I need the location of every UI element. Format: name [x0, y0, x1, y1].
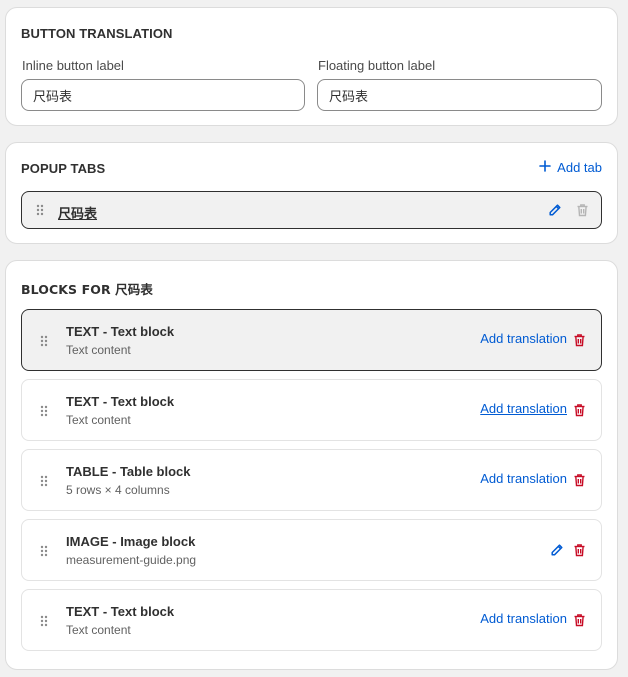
pencil-icon[interactable] [548, 541, 566, 559]
trash-icon[interactable] [570, 611, 588, 629]
drag-handle-icon[interactable] [36, 204, 44, 216]
block-subtitle: measurement-guide.png [66, 553, 197, 567]
trash-icon[interactable] [570, 401, 588, 419]
block-type: TABLE [66, 464, 109, 479]
popup-tab-name[interactable]: 尺码表 [58, 203, 97, 222]
block-row[interactable]: IMAGE - Image block measurement-guide.pn… [21, 519, 602, 581]
block-name: Text block [110, 394, 175, 409]
trash-icon[interactable] [570, 471, 588, 489]
add-translation-link[interactable]: Add translation [480, 471, 567, 486]
block-row[interactable]: TEXT - Text block Text content Add trans… [21, 309, 602, 371]
block-separator: - [99, 324, 111, 339]
popup-tab-row[interactable]: 尺码表 [21, 191, 602, 229]
block-row[interactable]: TEXT - Text block Text content Add trans… [21, 379, 602, 441]
button-translation-title: BUTTON TRANSLATION [21, 26, 173, 41]
block-title: IMAGE - Image block [66, 534, 195, 549]
drag-handle-icon[interactable] [40, 475, 48, 487]
block-separator: - [99, 604, 111, 619]
block-title: TEXT - Text block [66, 394, 174, 409]
add-translation-link[interactable]: Add translation [480, 331, 567, 346]
block-row[interactable]: TABLE - Table block 5 rows × 4 columns A… [21, 449, 602, 511]
block-title: TABLE - Table block [66, 464, 191, 479]
block-separator: - [108, 534, 121, 549]
drag-handle-icon[interactable] [40, 335, 48, 347]
drag-handle-icon[interactable] [40, 545, 48, 557]
plus-icon [539, 160, 551, 175]
block-name: Image block [120, 534, 196, 549]
block-subtitle: Text content [66, 343, 131, 357]
block-type: TEXT [66, 394, 100, 409]
block-row[interactable]: TEXT - Text block Text content Add trans… [21, 589, 602, 651]
add-translation-link[interactable]: Add translation [480, 611, 567, 626]
block-title: TEXT - Text block [66, 604, 174, 619]
pencil-icon[interactable] [546, 201, 564, 219]
drag-handle-icon[interactable] [40, 615, 48, 627]
block-type: TEXT [66, 604, 100, 619]
floating-button-label: Floating button label [318, 58, 436, 73]
block-title: TEXT - Text block [66, 324, 174, 339]
block-name: Text block [110, 604, 175, 619]
block-type: TEXT [66, 324, 100, 339]
popup-tabs-title: POPUP TABS [21, 161, 106, 176]
button-translation-card: BUTTON TRANSLATION Inline button label F… [5, 7, 618, 126]
blocks-card: BLOCKS FOR 尺码表 TEXT - Text block Text co… [5, 260, 618, 670]
block-type: IMAGE [66, 534, 109, 549]
add-tab-label: Add tab [557, 160, 602, 175]
block-separator: - [108, 464, 120, 479]
add-translation-link[interactable]: Add translation [480, 401, 567, 416]
inline-button-label: Inline button label [22, 58, 124, 73]
block-name: Table block [119, 464, 191, 479]
block-subtitle: 5 rows × 4 columns [66, 483, 170, 497]
blocks-title: BLOCKS FOR 尺码表 [21, 282, 153, 297]
trash-icon[interactable] [570, 541, 588, 559]
block-separator: - [99, 394, 111, 409]
trash-icon [573, 201, 591, 219]
block-subtitle: Text content [66, 413, 131, 427]
trash-icon[interactable] [570, 331, 588, 349]
floating-button-input[interactable] [317, 79, 602, 111]
popup-tabs-card: POPUP TABS Add tab 尺码表 [5, 142, 618, 244]
drag-handle-icon[interactable] [40, 405, 48, 417]
inline-button-input[interactable] [21, 79, 305, 111]
block-subtitle: Text content [66, 623, 131, 637]
add-tab-button[interactable]: Add tab [539, 160, 602, 175]
block-name: Text block [110, 324, 175, 339]
